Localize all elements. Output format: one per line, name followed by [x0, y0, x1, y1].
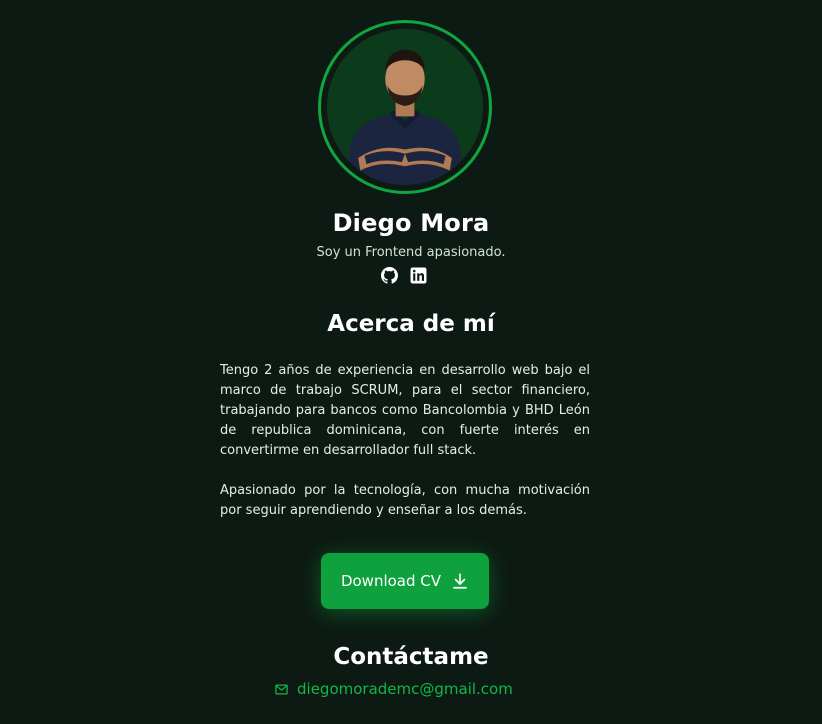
download-cv-label: Download CV [340, 572, 442, 590]
mail-icon [275, 684, 288, 694]
profile-name: Diego Mora [332, 209, 490, 237]
social-links [381, 267, 431, 287]
github-link[interactable] [381, 267, 398, 284]
about-text: Tengo 2 años de experiencia en desarroll… [220, 361, 590, 541]
download-cv-button[interactable]: Download CV [321, 553, 489, 609]
profile-tagline: Soy un Frontend apasionado. [316, 245, 506, 260]
contact-title: Contáctame [333, 644, 489, 670]
email-address: diegomorademc@gmail.com [297, 680, 513, 698]
linkedin-icon [410, 267, 427, 284]
about-paragraph: Apasionado por la tecnología, con mucha … [220, 483, 590, 518]
avatar-frame [318, 20, 492, 194]
about-title: Acerca de mí [327, 311, 495, 337]
email-link[interactable]: diegomorademc@gmail.com [274, 679, 513, 699]
download-icon [453, 573, 467, 589]
linkedin-link[interactable] [410, 267, 427, 284]
github-icon [381, 267, 398, 284]
portfolio-page: Diego Mora Soy un Frontend apasionado. A… [0, 0, 822, 724]
about-paragraph: Tengo 2 años de experiencia en desarroll… [220, 363, 590, 458]
profile-photo [327, 29, 483, 185]
avatar [327, 29, 483, 185]
